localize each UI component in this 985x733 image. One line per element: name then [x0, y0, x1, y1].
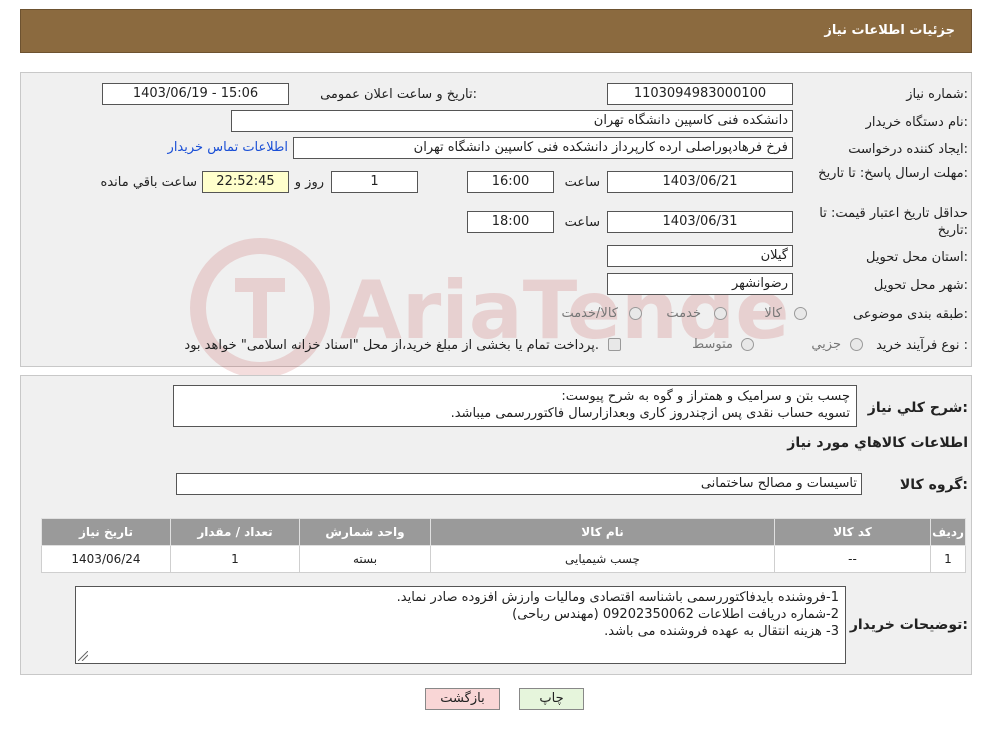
- goods-table: رديف كد كالا نام كالا واحد شمارش تعداد /…: [41, 518, 966, 573]
- city-label: شهر محل تحویل:: [873, 278, 968, 293]
- category-radio-goods[interactable]: [794, 307, 807, 320]
- col-row-number: رديف: [930, 518, 966, 546]
- buyer-note-line-2: 2-شماره دریافت اطلاعات 09202350062 (مهند…: [512, 607, 839, 622]
- remaining-time-field: 22:52:45: [202, 171, 289, 193]
- category-radio-both[interactable]: [629, 307, 642, 320]
- description-line-1: چسب بتن و سرامیک و همتراز و گوه به شرح پ…: [561, 389, 850, 404]
- category-option-goods: کالا: [764, 306, 782, 321]
- buyer-notes-textarea[interactable]: 1-فروشنده بایدفاکتوررسمی باشناسه اقتصادی…: [75, 586, 846, 664]
- process-radio-medium[interactable]: [741, 338, 754, 351]
- validity-time-field: 18:00: [467, 211, 554, 233]
- deadline-label: مهلت ارسال پاسخ: تا تاریخ:: [818, 166, 968, 181]
- process-option-medium: متوسط: [692, 337, 733, 352]
- page-header: جزئیات اطلاعات نیاز: [20, 9, 972, 53]
- category-option-both: کالا/خدمت: [561, 306, 618, 321]
- goods-group-label: گروه كالا:: [899, 477, 968, 493]
- contact-info-link[interactable]: اطلاعات تماس خریدار: [168, 140, 288, 155]
- province-field: گیلان: [607, 245, 793, 267]
- deadline-time-label: ساعت: [564, 175, 600, 190]
- buyer-note-line-3: 3- هزینه انتقال به عهده فروشنده می باشد.: [604, 624, 839, 639]
- col-goods-code: كد كالا: [774, 518, 931, 546]
- need-number-label: شماره نیاز:: [906, 87, 968, 102]
- days-field: 1: [331, 171, 418, 193]
- cell-quantity: 1: [170, 545, 300, 573]
- validity-label: حداقل تاریخ اعتبار قیمت: تا تاریخ:: [819, 206, 968, 238]
- description-line-2: تسویه حساب نقدی پس ازچندروز کاری وبعدازا…: [450, 406, 850, 421]
- remaining-label: ساعت باقي مانده: [100, 175, 197, 190]
- table-row: 1 -- چسب شیمیایی بسته 1 1403/06/24: [41, 545, 966, 573]
- col-unit: واحد شمارش: [299, 518, 431, 546]
- announce-label: تاریخ و ساعت اعلان عمومی:: [320, 87, 477, 102]
- description-label: شرح كلي نياز:: [867, 400, 968, 416]
- col-goods-name: نام كالا: [430, 518, 775, 546]
- validity-date-field: 1403/06/31: [607, 211, 793, 233]
- payment-checkbox[interactable]: [608, 338, 621, 351]
- description-textarea[interactable]: چسب بتن و سرامیک و همتراز و گوه به شرح پ…: [173, 385, 857, 427]
- buyer-note-line-1: 1-فروشنده بایدفاکتوررسمی باشناسه اقتصادی…: [396, 590, 839, 605]
- days-label: روز و: [294, 175, 324, 190]
- category-option-service: خدمت: [666, 306, 701, 321]
- creator-field: فرخ فرهادپوراصلی ارده کارپرداز دانشکده ف…: [293, 137, 793, 159]
- province-label: استان محل تحویل:: [866, 250, 968, 265]
- validity-time-label: ساعت: [564, 215, 600, 230]
- announce-field: 1403/06/19 - 15:06: [102, 83, 289, 105]
- creator-label: ایجاد کننده درخواست:: [848, 142, 968, 157]
- print-button[interactable]: چاپ: [519, 688, 584, 710]
- process-option-minor: جزيي: [811, 337, 841, 352]
- cell-need-date: 1403/06/24: [41, 545, 171, 573]
- payment-note: پرداخت تمام یا بخشی از مبلغ خرید،از محل …: [184, 338, 599, 353]
- cell-row-number: 1: [930, 545, 966, 573]
- deadline-time-field: 16:00: [467, 171, 554, 193]
- category-radio-service[interactable]: [714, 307, 727, 320]
- buyer-org-field: دانشکده فنی کاسپین دانشگاه تهران: [231, 110, 793, 132]
- goods-table-header: رديف كد كالا نام كالا واحد شمارش تعداد /…: [41, 518, 966, 546]
- cell-goods-name: چسب شیمیایی: [430, 545, 775, 573]
- city-field: رضوانشهر: [607, 273, 793, 295]
- cell-unit: بسته: [299, 545, 431, 573]
- buyer-notes-label: توضيحات خريدار:: [849, 617, 968, 633]
- need-number-field: 1103094983000100: [607, 83, 793, 105]
- goods-info-title: اطلاعات كالاهاي مورد نياز: [787, 435, 968, 451]
- cell-goods-code: --: [774, 545, 931, 573]
- page-title: جزئیات اطلاعات نیاز: [824, 23, 955, 38]
- category-label: طبقه بندی موضوعی:: [852, 307, 968, 322]
- process-radio-minor[interactable]: [850, 338, 863, 351]
- deadline-date-field: 1403/06/21: [607, 171, 793, 193]
- col-need-date: تاريخ نياز: [41, 518, 171, 546]
- resize-grip-icon[interactable]: [78, 651, 88, 661]
- goods-group-field: تاسیسات و مصالح ساختمانی: [176, 473, 862, 495]
- buyer-org-label: نام دستگاه خریدار:: [865, 115, 968, 130]
- col-quantity: تعداد / مقدار: [170, 518, 300, 546]
- back-button[interactable]: بازگشت: [425, 688, 500, 710]
- process-label: نوع فرآیند خرید :: [876, 338, 968, 353]
